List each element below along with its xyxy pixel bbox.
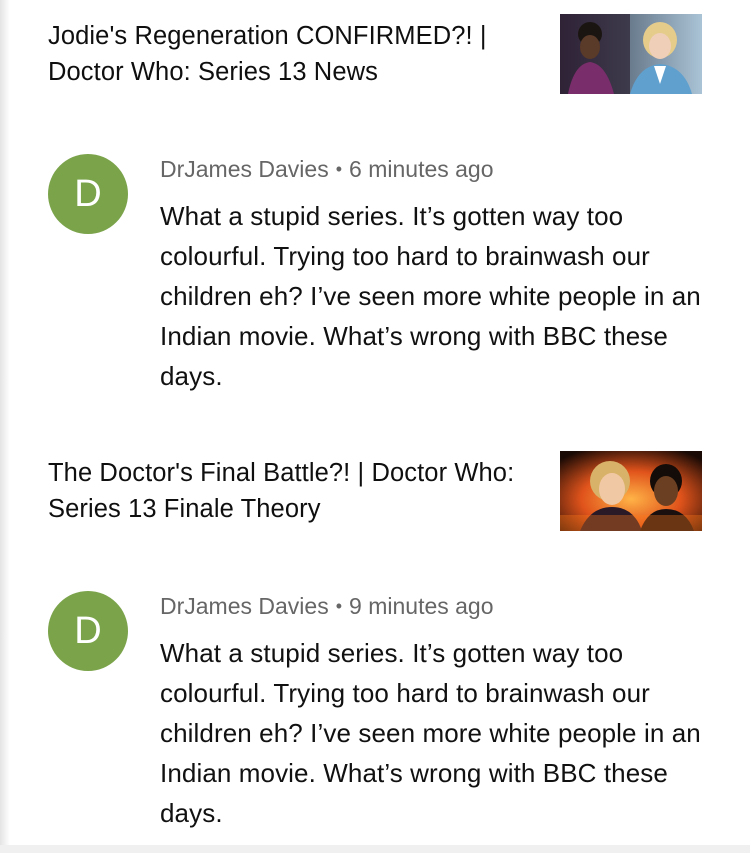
avatar[interactable]: D [48,154,128,234]
comment-meta: DrJames Davies • 6 minutes ago [160,154,708,186]
comment-timestamp: 9 minutes ago [349,593,494,619]
bottom-divider [0,845,750,853]
video-thumbnail[interactable] [560,451,702,531]
comment-timestamp: 6 minutes ago [349,156,494,182]
meta-separator: • [335,596,343,616]
video-title[interactable]: Jodie's Regeneration CONFIRMED?! | Docto… [48,18,518,90]
video-thumbnail[interactable] [560,14,702,94]
video-title[interactable]: The Doctor's Final Battle?! | Doctor Who… [48,455,518,527]
avatar[interactable]: D [48,591,128,671]
comment-body: DrJames Davies • 9 minutes ago What a stup… [160,591,708,833]
left-edge-shadow [0,0,10,853]
meta-separator: • [335,159,343,179]
comment-body: DrJames Davies • 6 minutes ago What a stup… [160,154,708,396]
comment-meta: DrJames Davies • 9 minutes ago [160,591,708,623]
comment-text: What a stupid series. It’s gotten way to… [160,201,701,391]
comment-text: What a stupid series. It’s gotten way to… [160,638,701,828]
comment-author[interactable]: DrJames Davies [160,593,329,619]
video-row[interactable]: The Doctor's Final Battle?! | Doctor Who… [48,451,702,531]
comment-author[interactable]: DrJames Davies [160,156,329,182]
video-row[interactable]: Jodie's Regeneration CONFIRMED?! | Docto… [48,14,702,94]
